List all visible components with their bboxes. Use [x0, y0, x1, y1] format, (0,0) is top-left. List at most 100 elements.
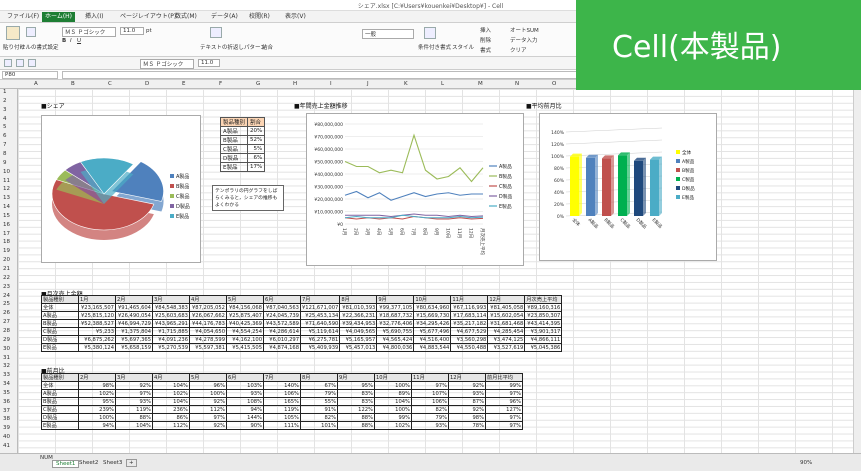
table-cell[interactable]: ¥4,516,400	[413, 335, 452, 344]
table-cell[interactable]: ¥4,278,599	[189, 335, 227, 344]
table-cell[interactable]: B製品	[41, 397, 79, 406]
row-header-cell[interactable]: 34	[3, 381, 10, 387]
table-cell[interactable]: ¥67,116,993	[450, 303, 489, 312]
table-header-cell[interactable]: 月次売上平均	[524, 295, 563, 304]
row-header-cell[interactable]: 13	[3, 195, 10, 201]
font-name-select[interactable]: ＭＳ Ｐゴシック	[62, 27, 116, 37]
column-header-cell[interactable]: H	[293, 81, 297, 87]
row-header-cell[interactable]: 15	[3, 213, 10, 219]
row-header-cell[interactable]: 18	[3, 239, 10, 245]
table-header-cell[interactable]: 11月	[450, 295, 489, 304]
row-header-cell[interactable]: 3	[3, 107, 7, 113]
table-cell[interactable]: ¥71,640,590	[299, 319, 341, 328]
row-header-cell[interactable]: 22	[3, 275, 10, 281]
add-sheet-button[interactable]: +	[126, 459, 137, 467]
table-cell[interactable]: ¥25,875,407	[226, 311, 264, 320]
table-cell[interactable]: ¥84,156,068	[226, 303, 264, 312]
table-cell[interactable]: 92%	[448, 405, 486, 414]
new-file-icon[interactable]	[4, 59, 12, 67]
column-header-cell[interactable]: M	[478, 81, 483, 87]
column-header-cell[interactable]: K	[404, 81, 408, 87]
table-cell[interactable]: 97%	[411, 381, 449, 390]
table-cell[interactable]: 104%	[115, 421, 153, 430]
table-header-cell[interactable]: 2月	[78, 373, 116, 382]
table-cell[interactable]: 93%	[115, 397, 153, 406]
format-button[interactable]: 書式	[480, 46, 491, 54]
table-cell[interactable]: ¥4,800,036	[376, 343, 415, 352]
table-header-cell[interactable]: 11月	[411, 373, 449, 382]
table-header-cell[interactable]: 8月	[300, 373, 338, 382]
table-cell[interactable]: 97%	[189, 413, 227, 422]
table-header-cell[interactable]: 4月	[152, 373, 190, 382]
table-cell[interactable]: ¥4,866,111	[524, 335, 563, 344]
table-cell[interactable]: 99%	[374, 413, 412, 422]
row-header-cell[interactable]: 9	[3, 160, 7, 166]
sheet-tab-2[interactable]: Sheet2	[76, 460, 101, 466]
table-cell[interactable]: ¥87,040,563	[263, 303, 301, 312]
table-cell[interactable]: ¥4,049,565	[339, 327, 378, 336]
table-cell[interactable]: ¥3,901,317	[524, 327, 563, 336]
table-cell[interactable]: ¥25,453,134	[299, 311, 341, 320]
table-cell[interactable]: ¥4,883,544	[413, 343, 452, 352]
table-row[interactable]: D製品 100% 88% 86% 97% 144% 105% 82% 88% 99% 79% 98% 9…	[41, 413, 523, 422]
table-cell[interactable]: ¥81,405,058	[487, 303, 526, 312]
row-header-cell[interactable]: 8	[3, 151, 7, 157]
table-cell[interactable]: 91%	[300, 405, 338, 414]
table-cell[interactable]: ¥5,690,755	[376, 327, 415, 336]
table-cell[interactable]: ¥1,715,885	[152, 327, 190, 336]
table-cell[interactable]: ¥4,054,650	[189, 327, 227, 336]
table-cell[interactable]: ¥5,270,539	[152, 343, 190, 352]
table-cell[interactable]: ¥5,697,365	[115, 335, 153, 344]
table-cell[interactable]: 102%	[374, 421, 412, 430]
table-cell[interactable]: ¥31,681,468	[487, 319, 526, 328]
table-cell[interactable]: 102%	[78, 389, 116, 398]
merge-button[interactable]: 結合	[262, 43, 273, 51]
table-cell[interactable]: ¥25,815,120	[78, 311, 116, 320]
column-header-cell[interactable]: J	[367, 81, 369, 87]
table-row[interactable]: E製品 ¥5,380,124 ¥5,658,159 ¥5,270,539 ¥5,597,…	[41, 343, 563, 352]
table-cell[interactable]: ¥15,669,730	[413, 311, 452, 320]
row-header-cell[interactable]: 1	[3, 89, 7, 95]
table-cell[interactable]: ¥5,658,159	[115, 343, 153, 352]
table-cell[interactable]: 92%	[115, 381, 153, 390]
table-cell[interactable]: 97%	[485, 389, 523, 398]
table-header-cell[interactable]: 8月	[339, 295, 378, 304]
autosum-button[interactable]: オートSUM	[510, 26, 539, 34]
tab-insert[interactable]: 挿入(I)	[82, 12, 106, 22]
column-header-cell[interactable]: B	[71, 81, 75, 87]
row-header-cell[interactable]: 7	[3, 142, 7, 148]
table-cell[interactable]: ¥4,874,168	[263, 343, 301, 352]
table-header-cell[interactable]: 3月	[152, 295, 190, 304]
table-cell[interactable]: 82%	[300, 413, 338, 422]
table-cell[interactable]: ¥89,160,316	[524, 303, 563, 312]
table-cell[interactable]: ¥3,527,619	[487, 343, 526, 352]
table-cell[interactable]: D製品	[41, 335, 79, 344]
table-cell[interactable]: ¥3,474,125	[487, 335, 526, 344]
row-header-cell[interactable]: 27	[3, 319, 10, 325]
table-cell[interactable]: ¥6,875,262	[78, 335, 116, 344]
row-header-cell[interactable]: 2	[3, 98, 7, 104]
column-header-cell[interactable]: F	[219, 81, 222, 87]
row-header-cell[interactable]: 16	[3, 222, 10, 228]
table-cell[interactable]: ¥4,550,488	[450, 343, 489, 352]
share-row-name[interactable]: C製品	[219, 144, 249, 154]
table-cell[interactable]: 83%	[337, 389, 375, 398]
table-cell[interactable]: ¥43,414,395	[524, 319, 563, 328]
name-box[interactable]: P80	[2, 71, 58, 79]
table-row[interactable]: B製品 95% 93% 104% 92% 108% 165% 55% 83% 104% 106% 87…	[41, 397, 523, 406]
table-cell[interactable]: 111%	[263, 421, 301, 430]
bold-button[interactable]: B	[62, 38, 66, 44]
table-cell[interactable]: 105%	[263, 413, 301, 422]
table-cell[interactable]: ¥5,597,381	[189, 343, 227, 352]
column-header-cell[interactable]: D	[145, 81, 149, 87]
table-row[interactable]: C製品 239% 119% 236% 112% 94% 119% 91% 122% 100% 82%…	[41, 405, 523, 414]
table-cell[interactable]: ¥3,560,298	[450, 335, 489, 344]
table-cell[interactable]: 96%	[189, 381, 227, 390]
mom-table[interactable]: 製品種別 2月 3月 4月 5月 6月 7月 8月 9月 10月 11月 12月 前月比平均 全体 98% 9…	[41, 373, 523, 430]
table-cell[interactable]: ¥4,554,254	[226, 327, 264, 336]
table-header-cell[interactable]: 3月	[115, 373, 153, 382]
table-row[interactable]: E製品 94% 104% 112% 92% 90% 111% 101% 88% 102% 93% 78…	[41, 421, 523, 430]
table-cell[interactable]: 55%	[300, 397, 338, 406]
table-cell[interactable]: 99%	[485, 381, 523, 390]
table-cell[interactable]: 127%	[485, 405, 523, 414]
